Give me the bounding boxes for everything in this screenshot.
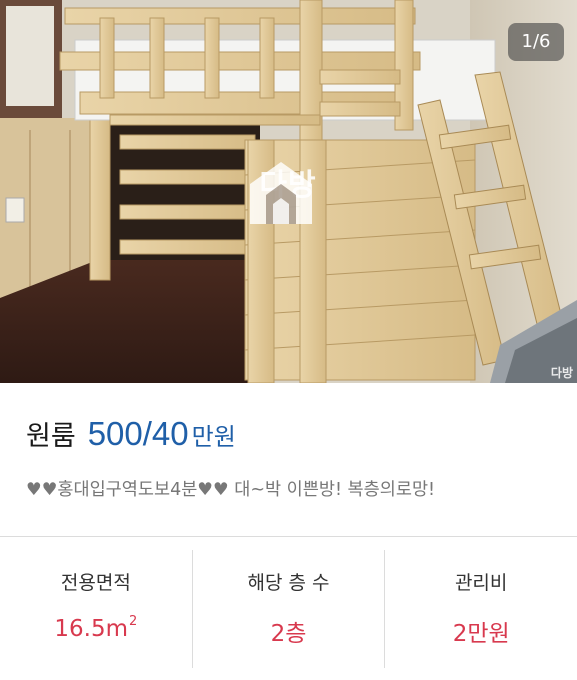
- stat-label: 관리비: [454, 572, 508, 594]
- listing-stats: 전용면적 16.5m2 해당 층 수 2층 관리비 2만원: [0, 537, 577, 680]
- stat-value: 2만원: [452, 621, 510, 647]
- listing-photo[interactable]: 1/6 다방 다방: [0, 0, 577, 383]
- room-type: 원룸: [26, 421, 76, 452]
- stat-maintenance-fee: 관리비 2만원: [385, 537, 577, 680]
- stat-area: 전용면적 16.5m2: [0, 537, 192, 680]
- stat-value: 16.5m2: [0, 614, 192, 642]
- corner-watermark: 다방: [550, 366, 573, 380]
- stat-value-superscript: 2: [129, 614, 138, 629]
- listing-price: 500/40: [87, 415, 189, 452]
- stat-label: 전용면적: [60, 572, 131, 594]
- house-logo-icon: [250, 162, 312, 224]
- stat-value-text: 16.5m: [54, 616, 128, 642]
- stat-value: 2층: [270, 621, 307, 647]
- dabang-watermark: 다방: [246, 158, 330, 224]
- price-unit: 만원: [191, 423, 236, 451]
- stat-label: 해당 층 수: [247, 572, 330, 594]
- listing-description: ♥♥홍대입구역도보4분♥♥ 대~박 이쁜방! 복층의로망!: [26, 480, 436, 500]
- photo-counter-badge: 1/6: [508, 23, 564, 61]
- listing-title-row: 원룸 500/40 만원: [26, 414, 236, 458]
- stat-floor: 해당 층 수 2층: [193, 537, 385, 680]
